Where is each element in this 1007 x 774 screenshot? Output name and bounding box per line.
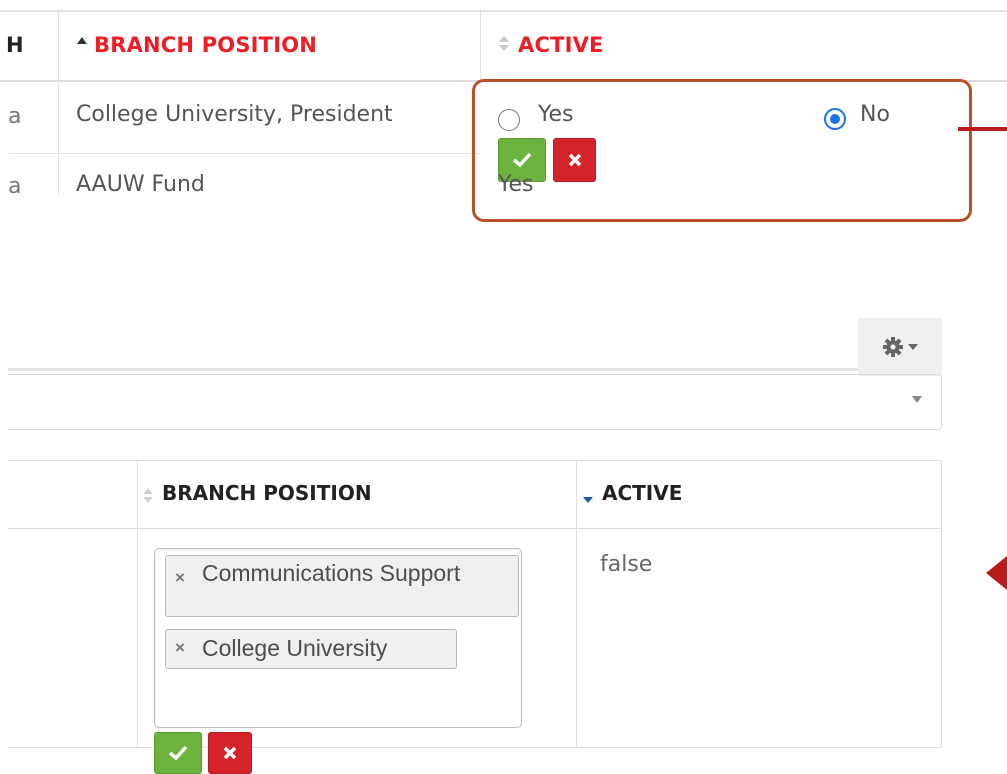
filter-select[interactable] xyxy=(8,374,942,430)
column-header-label: ACTIVE xyxy=(518,33,604,57)
selected-tag: × College University xyxy=(165,629,457,669)
caret-down-icon xyxy=(908,344,918,350)
check-icon xyxy=(168,745,188,761)
selected-tag: × Communications Support xyxy=(165,555,519,617)
sort-both-icon xyxy=(499,36,509,51)
remove-tag-icon[interactable]: × xyxy=(175,568,185,588)
column-divider xyxy=(137,460,138,748)
column-header-label: BRANCH POSITION xyxy=(162,481,372,505)
sort-desc-icon xyxy=(583,497,593,503)
table-row: a AAUW Fund xyxy=(0,160,480,195)
table-top-border xyxy=(0,10,1007,12)
column-header-h[interactable]: H xyxy=(6,33,24,57)
active-cell: false xyxy=(600,552,653,577)
column-divider xyxy=(480,12,481,82)
gear-icon xyxy=(883,337,903,357)
row-prefix-cell: a xyxy=(8,174,22,195)
cancel-edit-button[interactable] xyxy=(208,732,252,774)
sort-both-icon xyxy=(143,488,153,503)
settings-dropdown-button[interactable] xyxy=(858,318,942,376)
branch-position-cell: College University, President xyxy=(76,102,393,127)
divider-line xyxy=(8,368,858,371)
sort-asc-icon xyxy=(77,37,87,44)
column-header-branch-position[interactable]: BRANCH POSITION xyxy=(142,478,442,508)
confirm-edit-button[interactable] xyxy=(154,732,202,774)
row-divider xyxy=(10,153,480,154)
column-header-branch-position[interactable]: BRANCH POSITION xyxy=(76,30,346,60)
column-header-active[interactable]: ACTIVE xyxy=(582,478,782,508)
column-header-label: BRANCH POSITION xyxy=(94,33,318,57)
callout-arrow-icon xyxy=(986,556,1007,590)
callout-arrow-line xyxy=(958,127,1007,131)
close-icon xyxy=(223,746,237,760)
highlight-callout-box xyxy=(472,79,972,222)
branch-position-cell: AAUW Fund xyxy=(76,172,205,195)
column-header-label: ACTIVE xyxy=(602,481,683,505)
row-prefix-cell: a xyxy=(8,104,22,129)
column-divider xyxy=(576,460,577,748)
column-header-active[interactable]: ACTIVE xyxy=(498,30,648,60)
branch-position-multiselect[interactable]: × Communications Support × College Unive… xyxy=(154,548,522,728)
remove-tag-icon[interactable]: × xyxy=(175,638,185,658)
header-bottom-border xyxy=(8,528,942,529)
caret-down-icon xyxy=(912,396,922,403)
